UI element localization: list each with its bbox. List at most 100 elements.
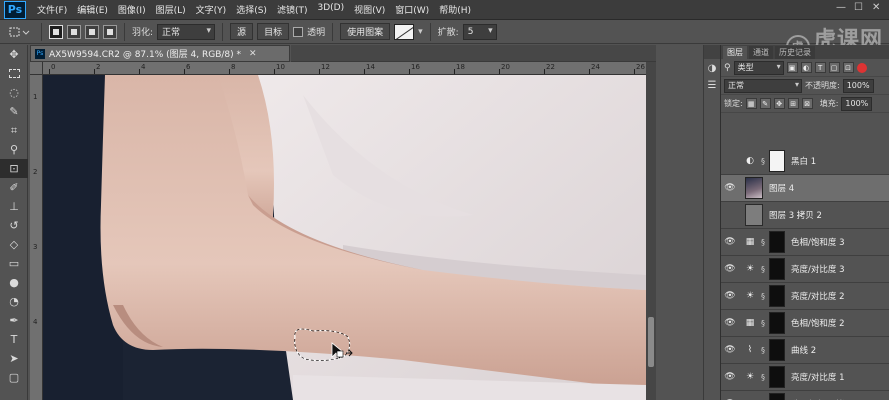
mask-link-icon[interactable]: § [759,373,767,382]
layer-row[interactable]: 👁 ▦ § 色相/饱和度 3 [721,229,889,256]
visibility-eye-icon[interactable]: 👁 [721,372,739,382]
quick-selection-tool-icon[interactable]: ✎ [0,102,28,121]
lasso-tool-icon[interactable]: ◌ [0,83,28,102]
scrollbar-thumb[interactable] [648,317,654,367]
menu-item[interactable]: 文字(Y) [191,3,232,16]
lock-transparent-icon[interactable]: ▦ [745,98,757,109]
filter-type-icon[interactable]: T [814,62,826,73]
crop-tool-icon[interactable]: ⌗ [0,121,28,140]
patch-mode-select[interactable]: 正常 [157,23,216,40]
menu-item[interactable]: 文件(F) [32,3,72,16]
brush-tool-icon[interactable]: ✐ [0,178,28,197]
type-tool-icon[interactable]: T [0,330,28,349]
target-button[interactable]: 目标 [257,23,290,40]
lock-all-icon[interactable]: ⊠ [801,98,813,109]
visibility-eye-icon[interactable]: 👁 [721,264,739,274]
layer-thumbnail[interactable] [745,177,763,199]
intersect-selection-mode[interactable] [103,24,117,39]
lock-image-icon[interactable]: ✎ [759,98,771,109]
path-selection-tool-icon[interactable]: ➤ [0,349,28,368]
subtract-selection-mode[interactable] [85,24,99,39]
menu-item[interactable]: 图层(L) [151,3,191,16]
menu-item[interactable]: 编辑(E) [72,3,113,16]
document-tab[interactable]: Ps AX5W9594.CR2 @ 87.1% (图层 4, RGB/8) * … [30,45,290,62]
eyedropper-tool-icon[interactable]: ⚲ [0,140,28,159]
layer-mask-thumbnail[interactable] [769,312,785,334]
menu-item[interactable]: 滤镜(T) [272,3,313,16]
filter-adjustment-icon[interactable]: ◐ [800,62,812,73]
close-document-icon[interactable]: ✕ [249,49,257,59]
layer-mask-thumbnail[interactable] [769,258,785,280]
mask-link-icon[interactable]: § [759,238,767,247]
source-button[interactable]: 源 [230,23,254,40]
menu-item[interactable]: 选择(S) [231,3,272,16]
panel-tab[interactable]: 通道 [749,46,773,59]
menu-item[interactable]: 图像(I) [113,3,151,16]
menu-item[interactable]: 帮助(H) [434,3,476,16]
fill-input[interactable]: 100% [841,96,873,111]
menu-item[interactable]: 3D(D) [312,3,349,16]
pattern-dropdown-icon[interactable]: ▾ [418,27,423,37]
panel-tab[interactable]: 图层 [723,46,747,59]
layer-mask-thumbnail[interactable] [769,339,785,361]
marquee-tool-icon[interactable] [0,64,28,83]
minimize-icon[interactable]: — [836,2,846,13]
layer-row[interactable]: 👁 ◐ § 黑白 1 [721,148,889,175]
layer-thumbnail[interactable] [745,204,763,226]
gradient-tool-icon[interactable]: ▭ [0,254,28,273]
panel-tab[interactable]: 历史记录 [775,46,815,59]
use-pattern-button[interactable]: 使用图案 [340,23,391,40]
visibility-eye-icon[interactable]: 👁 [721,345,739,355]
layer-row[interactable]: 👁 图层 4 [721,175,889,202]
adjustments-panel-icon[interactable]: ☰ [704,80,720,91]
pattern-swatch[interactable] [394,23,415,40]
filter-toggle-icon[interactable] [856,62,867,73]
tool-preset-picker[interactable] [4,23,34,41]
visibility-eye-icon[interactable]: 👁 [721,318,739,328]
layer-row[interactable]: 👁 ▦ § 色相/饱和度 2 [721,310,889,337]
color-panel-icon[interactable]: ◑ [704,63,720,74]
visibility-eye-icon[interactable]: 👁 [721,291,739,301]
mask-link-icon[interactable]: § [759,157,767,166]
document-canvas[interactable] [43,75,646,400]
patch-tool-icon[interactable]: ⊡ [0,159,28,178]
layer-mask-thumbnail[interactable] [769,393,785,400]
layer-mask-thumbnail[interactable] [769,150,785,172]
add-selection-mode[interactable] [67,24,81,39]
layer-row[interactable]: 👁 ☀ § 亮度/对比度 3 [721,256,889,283]
menu-item[interactable]: 视图(V) [349,3,390,16]
filter-smart-icon[interactable]: ⊡ [842,62,854,73]
layer-mask-thumbnail[interactable] [769,231,785,253]
layer-row[interactable]: 👁 ⌇ § 曲线 2 [721,337,889,364]
layer-filter-kind[interactable]: 类型 [733,60,784,75]
lock-artboard-icon[interactable]: ⊞ [787,98,799,109]
lock-position-icon[interactable]: ✥ [773,98,785,109]
move-tool-icon[interactable]: ✥ [0,45,28,64]
clone-stamp-tool-icon[interactable]: ⊥ [0,197,28,216]
mask-link-icon[interactable]: § [759,265,767,274]
blend-mode-select[interactable]: 正常 [724,78,802,93]
history-brush-tool-icon[interactable]: ↺ [0,216,28,235]
visibility-eye-icon[interactable]: 👁 [721,210,739,220]
layer-row[interactable]: 👁 ☀ § 亮度/对比度 1 [721,364,889,391]
visibility-eye-icon[interactable]: 👁 [721,156,739,166]
menu-item[interactable]: 窗口(W) [390,3,434,16]
mask-link-icon[interactable]: § [759,319,767,328]
diffusion-select[interactable]: 5 [462,23,497,40]
pen-tool-icon[interactable]: ✒ [0,311,28,330]
mask-link-icon[interactable]: § [759,346,767,355]
dodge-tool-icon[interactable]: ◔ [0,292,28,311]
layer-mask-thumbnail[interactable] [769,366,785,388]
horizontal-ruler[interactable]: 0 2 4 6 8 10 12 14 16 18 20 22 24 26 [43,62,648,75]
layer-row[interactable]: 👁 图层 3 拷贝 2 [721,202,889,229]
vertical-scrollbar[interactable] [646,62,656,400]
filter-pixel-icon[interactable]: ▣ [786,62,798,73]
rectangle-tool-icon[interactable]: ▢ [0,368,28,387]
blur-tool-icon[interactable]: ● [0,273,28,292]
vertical-ruler[interactable]: 1 2 3 4 [30,75,43,400]
maximize-icon[interactable]: ☐ [854,2,863,13]
eraser-tool-icon[interactable]: ◇ [0,235,28,254]
new-selection-mode[interactable] [49,24,63,39]
layer-mask-thumbnail[interactable] [769,285,785,307]
visibility-eye-icon[interactable]: 👁 [721,183,739,193]
